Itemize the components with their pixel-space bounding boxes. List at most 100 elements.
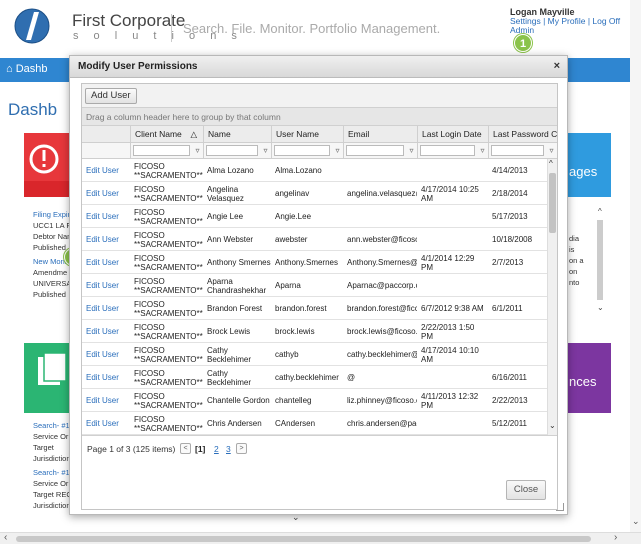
table-row[interactable]: Edit User FICOSO **SACRAMENTO** Chantelle … (82, 389, 547, 412)
column-header-user-name[interactable]: User Name (271, 126, 343, 143)
filter-user-name: ▿ (271, 143, 343, 159)
edit-user-link[interactable]: Edit User (82, 274, 130, 297)
edit-user-link[interactable]: Edit User (82, 343, 130, 366)
pager-prev-button[interactable]: < (180, 443, 191, 454)
table-row[interactable]: Edit User FICOSO **SACRAMENTO** Ann Webste… (82, 228, 547, 251)
cell-last-password-change: 5/17/2013 (492, 212, 528, 221)
edit-user-link[interactable]: Edit User (82, 205, 130, 228)
column-header-last-login[interactable]: Last Login Date (417, 126, 488, 143)
pager-page-2[interactable]: 2 (214, 444, 219, 454)
right-line: nto (569, 278, 580, 287)
close-button[interactable]: Close (506, 480, 546, 500)
cell-name: Alma Lozano (207, 166, 254, 175)
close-icon[interactable]: × (554, 60, 560, 72)
column-header-client-name[interactable]: Client Name △ (130, 126, 203, 143)
column-header-edit (82, 126, 130, 143)
pager-page-3[interactable]: 3 (226, 444, 231, 454)
filter-input[interactable] (274, 145, 330, 156)
edit-user-link[interactable]: Edit User (82, 182, 130, 205)
pager-next-button[interactable]: > (236, 443, 247, 454)
add-user-button[interactable]: Add User (85, 88, 137, 104)
grid-scroll-down-icon[interactable]: ⌄ (549, 421, 556, 430)
filter-icon[interactable]: ▿ (261, 145, 270, 156)
preferences-tile-label: nces (569, 374, 597, 389)
my-profile-link[interactable]: My Profile (548, 16, 586, 26)
filter-input[interactable] (491, 145, 544, 156)
table-row[interactable]: Edit User FICOSO **SACRAMENTO** Brock Lewi… (82, 320, 547, 343)
table-row[interactable]: Edit User FICOSO **SACRAMENTO** Anthony Sm… (82, 251, 547, 274)
preferences-tile[interactable]: nces (566, 343, 611, 413)
edit-user-link[interactable]: Edit User (82, 228, 130, 251)
filter-input[interactable] (133, 145, 190, 156)
cell-name: Chris Andersen (207, 419, 262, 428)
cell-last-login: 4/17/2014 10:25 AM (421, 184, 479, 203)
cell-last-password-change: 10/18/2008 (492, 235, 533, 244)
right-panel-scrollbar[interactable] (597, 220, 603, 300)
grid-scroll-up-icon[interactable]: ^ (549, 159, 553, 168)
table-row[interactable]: Edit User FICOSO **SACRAMENTO** Aparna Cha… (82, 274, 547, 297)
filter-input[interactable] (206, 145, 258, 156)
table-row[interactable]: Edit User FICOSO **SACRAMENTO** Alma Lozan… (82, 159, 547, 182)
log-off-link[interactable]: Log Off (592, 16, 620, 26)
column-header-email[interactable]: Email (343, 126, 417, 143)
users-grid: Add User Drag a column header here to gr… (81, 83, 558, 510)
edit-user-link[interactable]: Edit User (82, 159, 130, 182)
cell-last-login: 6/7/2012 9:38 AM (421, 304, 484, 313)
edit-user-link[interactable]: Edit User (82, 320, 130, 343)
table-row[interactable]: Edit User FICOSO **SACRAMENTO** Brandon Fo… (82, 297, 547, 320)
cell-client-name: FICOSO **SACRAMENTO** (134, 391, 203, 410)
filter-input[interactable] (346, 145, 404, 156)
page-scroll-down-icon[interactable]: ⌄ (632, 516, 640, 527)
filter-icon[interactable]: ▿ (407, 145, 416, 156)
filter-icon[interactable]: ▿ (547, 145, 556, 156)
filing-link[interactable]: Filing Expir (33, 209, 73, 220)
column-header-name[interactable]: Name (203, 126, 271, 143)
column-header-last-password-change[interactable]: Last Password Change (488, 126, 557, 143)
modify-user-permissions-dialog: Modify User Permissions × Add User Drag … (69, 55, 568, 515)
cell-last-login (417, 274, 488, 297)
filter-icon[interactable]: ▿ (193, 145, 202, 156)
messages-tile[interactable]: ages (566, 133, 611, 197)
page-vertical-scrollbar[interactable]: ⌄ (630, 0, 641, 532)
grid-scroll-thumb[interactable] (549, 173, 556, 233)
edit-user-link[interactable]: Edit User (82, 366, 130, 389)
cell-last-login (417, 228, 488, 251)
cell-email (343, 159, 417, 182)
table-row[interactable]: Edit User FICOSO **SACRAMENTO** Angelina V… (82, 182, 547, 205)
cell-client-name: FICOSO **SACRAMENTO** (134, 414, 203, 433)
group-panel[interactable]: Drag a column header here to group by th… (82, 108, 557, 126)
step-badge-1: 1 (514, 34, 532, 52)
dialog-title-bar[interactable]: Modify User Permissions × (70, 56, 567, 78)
edit-user-link[interactable]: Edit User (82, 412, 130, 435)
table-row[interactable]: Edit User FICOSO **SACRAMENTO** Cathy Beck… (82, 343, 547, 366)
cell-name: Aparna Chandrashekhar (207, 276, 267, 295)
cell-name: Angelina Velasquez (207, 184, 244, 203)
filter-name: ▿ (203, 143, 271, 159)
cell-user-name: cathy.becklehimer (275, 373, 339, 382)
filter-input[interactable] (420, 145, 475, 156)
cell-last-password-change: 5/12/2011 (492, 419, 527, 428)
table-row[interactable]: Edit User FICOSO **SACRAMENTO** Chris Ande… (82, 412, 547, 435)
filter-icon[interactable]: ▿ (478, 145, 487, 156)
table-row[interactable]: Edit User FICOSO **SACRAMENTO** Cathy Beck… (82, 366, 547, 389)
resize-handle-icon[interactable] (556, 503, 564, 511)
scroll-left-icon[interactable]: ‹ (4, 532, 7, 543)
table-row[interactable]: Edit User FICOSO **SACRAMENTO** Angie Lee A… (82, 205, 547, 228)
filter-icon[interactable]: ▿ (333, 145, 342, 156)
horizontal-scroll-thumb[interactable] (16, 536, 591, 542)
scroll-right-icon[interactable]: › (614, 532, 617, 543)
cell-client-name: FICOSO **SACRAMENTO** (134, 253, 203, 272)
cell-last-login: 2/22/2013 1:50 PM (421, 322, 475, 341)
cell-client-name: FICOSO **SACRAMENTO** (134, 161, 203, 180)
right-panel-scroll-up-icon[interactable]: ^ (598, 207, 602, 216)
edit-user-link[interactable]: Edit User (82, 297, 130, 320)
cell-last-password-change: 2/18/2014 (492, 189, 528, 198)
nav-dashboard[interactable]: ⌂ Dashb (6, 63, 48, 75)
edit-user-link[interactable]: Edit User (82, 251, 130, 274)
edit-user-link[interactable]: Edit User (82, 389, 130, 412)
right-panel-scroll-down-icon[interactable]: ⌄ (597, 303, 604, 312)
grid-pager: Page 1 of 3 (125 items) < [1] 2 3 > (82, 435, 557, 461)
cell-user-name: brandon.forest (275, 304, 327, 313)
page-horizontal-scrollbar[interactable]: ‹ › (0, 532, 641, 544)
grid-vertical-scrollbar[interactable]: ^ ⌄ (547, 159, 557, 435)
